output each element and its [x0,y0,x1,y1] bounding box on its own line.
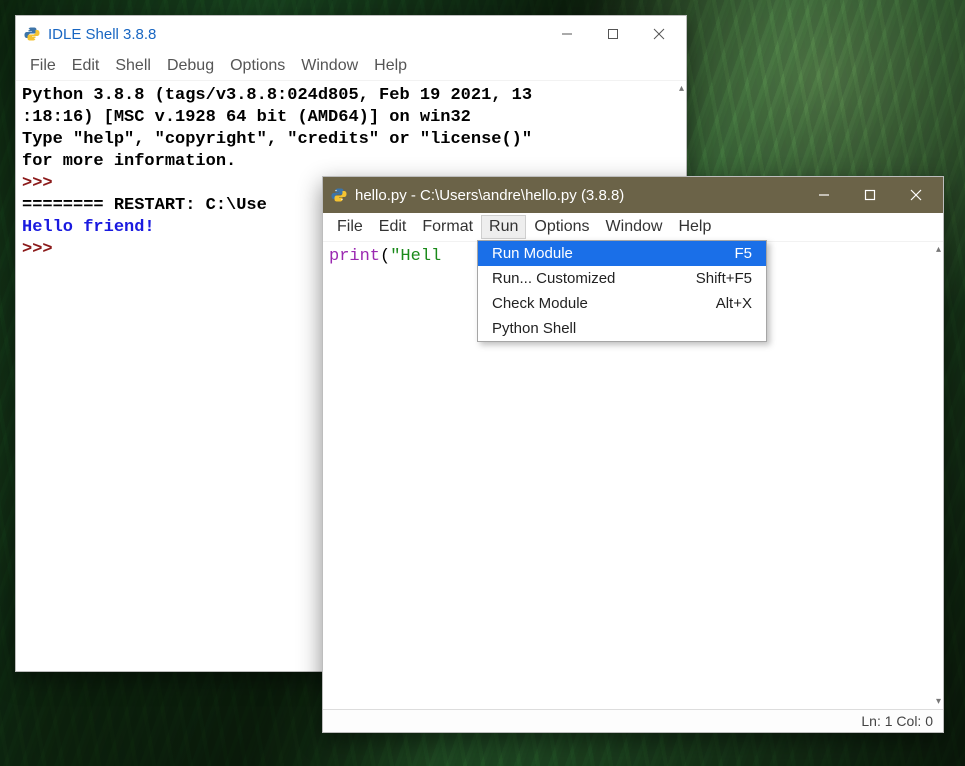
editor-window-title: hello.py - C:\Users\andre\hello.py (3.8.… [355,187,801,204]
scroll-up-icon[interactable]: ▴ [679,83,684,94]
editor-titlebar[interactable]: hello.py - C:\Users\andre\hello.py (3.8.… [323,177,943,213]
editor-statusbar: Ln: 1 Col: 0 [323,709,943,732]
python-icon [24,26,40,42]
python-icon [331,187,347,203]
close-button[interactable] [893,177,939,213]
shell-window-title: IDLE Shell 3.8.8 [48,26,544,43]
editor-scrollbar[interactable]: ▴ ▾ [926,242,943,709]
idle-editor-window: hello.py - C:\Users\andre\hello.py (3.8.… [322,176,944,733]
maximize-button[interactable] [590,16,636,52]
menu-run[interactable]: Run [481,215,526,239]
menu-item-run-customized[interactable]: Run... Customized Shift+F5 [478,266,766,291]
menu-edit[interactable]: Edit [371,215,415,239]
scroll-up-icon[interactable]: ▴ [936,244,941,255]
menu-edit[interactable]: Edit [64,54,108,78]
menu-window[interactable]: Window [598,215,671,239]
menu-window[interactable]: Window [293,54,366,78]
menu-item-check-module[interactable]: Check Module Alt+X [478,291,766,316]
scroll-down-icon[interactable]: ▾ [936,696,941,707]
editor-window-controls [801,177,939,213]
menu-file[interactable]: File [22,54,64,78]
menu-help[interactable]: Help [670,215,719,239]
shell-menubar: File Edit Shell Debug Options Window Hel… [16,52,686,81]
editor-menubar: File Edit Format Run Options Window Help [323,213,943,242]
shell-window-controls [544,16,682,52]
menu-options[interactable]: Options [526,215,597,239]
menu-options[interactable]: Options [222,54,293,78]
minimize-button[interactable] [544,16,590,52]
run-menu-dropdown: Run Module F5 Run... Customized Shift+F5… [477,240,767,342]
menu-file[interactable]: File [329,215,371,239]
cursor-position: Ln: 1 Col: 0 [861,713,933,729]
menu-help[interactable]: Help [366,54,415,78]
close-button[interactable] [636,16,682,52]
shell-titlebar[interactable]: IDLE Shell 3.8.8 [16,16,686,52]
editor-text-area[interactable]: print("Hell ▴ ▾ Run Module F5 Run... Cus… [323,242,943,709]
maximize-button[interactable] [847,177,893,213]
minimize-button[interactable] [801,177,847,213]
menu-debug[interactable]: Debug [159,54,222,78]
menu-shell[interactable]: Shell [107,54,159,78]
menu-format[interactable]: Format [414,215,481,239]
menu-item-run-module[interactable]: Run Module F5 [478,241,766,266]
menu-item-python-shell[interactable]: Python Shell [478,316,766,341]
